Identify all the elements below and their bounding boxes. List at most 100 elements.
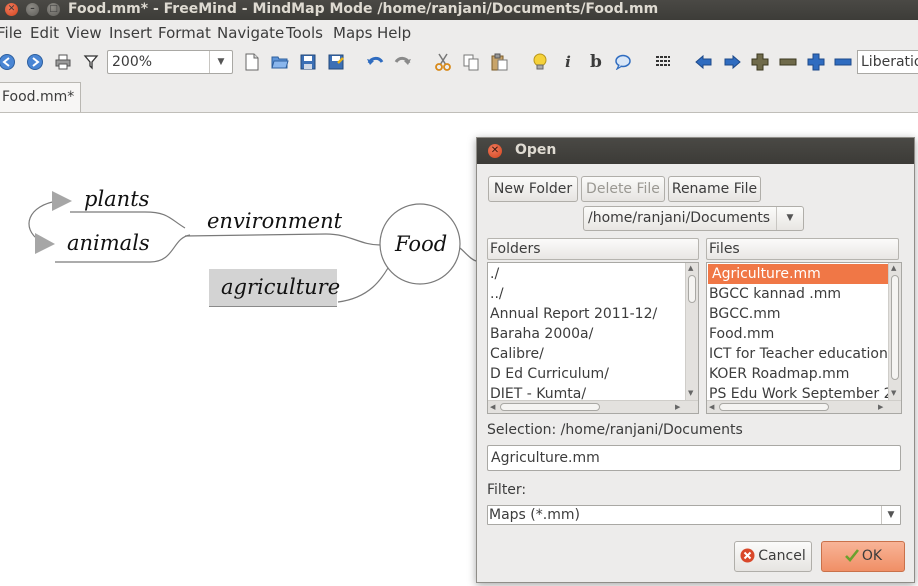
font-select[interactable]: Liberation Sans [857,50,918,74]
save-icon[interactable] [298,52,318,72]
chevron-down-icon[interactable]: ▼ [776,207,803,230]
undo-icon[interactable] [365,52,385,72]
scrollbar-thumb[interactable] [500,403,600,411]
path-select[interactable]: /home/ranjani/Documents ▼ [583,206,804,231]
menu-maps[interactable]: Maps [333,24,372,42]
selection-input[interactable]: Agriculture.mm [487,445,901,471]
bold-icon[interactable]: b [586,52,606,72]
folders-horizontal-scrollbar[interactable]: ◀ ▶ [488,400,698,413]
file-item[interactable]: BGCC kannad .mm [708,284,841,304]
menu-view[interactable]: View [66,24,102,42]
folder-item[interactable]: Baraha 2000a/ [489,324,593,344]
file-item[interactable]: KOER Roadmap.mm [708,364,849,384]
cancel-label: Cancel [758,548,806,564]
back-icon[interactable] [0,52,17,72]
file-item-selected[interactable]: Agriculture.mm [708,264,890,284]
redo-icon[interactable] [393,52,413,72]
node-food-root[interactable]: Food [395,232,447,256]
dialog-title-bar: ✕ Open [477,138,914,164]
rename-file-button[interactable]: Rename File [668,176,761,202]
node-animals[interactable]: animals [67,231,150,255]
files-list[interactable]: Agriculture.mm BGCC kannad .mm BGCC.mm F… [706,262,902,414]
file-item[interactable]: Food.mm [708,324,774,344]
scroll-up-icon[interactable]: ▲ [891,264,896,273]
files-vertical-scrollbar[interactable]: ▲ ▼ [888,263,901,400]
tab-strip [0,78,918,113]
open-folder-icon[interactable] [270,52,290,72]
new-folder-button[interactable]: New Folder [488,176,578,202]
cloud-bubble-icon[interactable] [613,52,633,72]
scrollbar-thumb[interactable] [688,275,696,303]
dialog-title: Open [515,142,557,158]
scroll-down-icon[interactable]: ▼ [891,389,896,398]
tab-food-map[interactable]: Food.mm* [0,82,82,112]
selection-value: Agriculture.mm [491,450,600,466]
filter-icon[interactable] [81,52,101,72]
minimize-window-icon[interactable]: – [26,3,39,16]
maximize-window-icon[interactable]: □ [47,3,60,16]
close-icon[interactable]: ✕ [488,144,502,158]
selection-label: Selection: /home/ranjani/Documents [487,422,743,438]
scrollbar-thumb[interactable] [891,275,899,380]
filter-select[interactable]: Maps (*.mm) ▼ [487,505,901,525]
idea-bulb-icon[interactable] [530,52,550,72]
scroll-left-icon[interactable]: ◀ [490,403,495,412]
files-horizontal-scrollbar[interactable]: ◀ ▶ [707,400,901,413]
menu-format[interactable]: Format [158,24,211,42]
folder-item[interactable]: D Ed Curriculum/ [489,364,609,384]
window-title: Food.mm* - FreeMind - MindMap Mode /home… [68,1,659,17]
scroll-down-icon[interactable]: ▼ [688,389,693,398]
menu-bar: File Edit View Insert Format Navigate To… [0,20,918,46]
copy-icon[interactable] [461,52,481,72]
scrollbar-thumb[interactable] [719,403,829,411]
folders-header[interactable]: Folders [487,238,699,260]
forward-icon[interactable] [25,52,45,72]
scroll-up-icon[interactable]: ▲ [688,264,693,273]
menu-file[interactable]: File [0,24,22,42]
cut-icon[interactable] [433,52,453,72]
scroll-right-icon[interactable]: ▶ [675,403,680,412]
file-item[interactable]: ICT for Teacher education [708,344,888,364]
folder-item[interactable]: Calibre/ [489,344,544,364]
files-header[interactable]: Files [706,238,899,260]
folders-list[interactable]: ./ ../ Annual Report 2011-12/ Baraha 200… [487,262,699,414]
print-icon[interactable] [53,52,73,72]
ok-button[interactable]: OK [821,541,905,572]
remove-node-icon[interactable] [778,52,798,72]
scroll-left-icon[interactable]: ◀ [709,403,714,412]
arrow-left-icon[interactable] [694,52,714,72]
cancel-button[interactable]: Cancel [734,541,812,572]
zoom-select[interactable]: 200% ▼ [107,50,233,74]
node-agriculture[interactable]: agriculture [221,275,340,299]
checkmark-icon [844,549,859,562]
paste-icon[interactable] [489,52,509,72]
menu-insert[interactable]: Insert [109,24,152,42]
chevron-down-icon[interactable]: ▼ [209,51,232,73]
filter-value: Maps (*.mm) [489,507,580,523]
save-as-icon[interactable] [326,52,346,72]
title-bar: ✕ – □ Food.mm* - FreeMind - MindMap Mode… [0,0,918,20]
arrow-right-icon[interactable] [722,52,742,72]
scroll-right-icon[interactable]: ▶ [878,403,883,412]
add-node-icon[interactable] [750,52,770,72]
filter-label: Filter: [487,482,527,498]
chevron-down-icon[interactable]: ▼ [881,506,900,524]
menu-help[interactable]: Help [377,24,411,42]
menu-navigate[interactable]: Navigate [217,24,284,42]
menu-tools[interactable]: Tools [286,24,323,42]
node-environment[interactable]: environment [207,209,342,233]
italic-icon[interactable]: i [558,52,578,72]
close-window-icon[interactable]: ✕ [5,3,18,16]
folder-item[interactable]: ../ [489,284,504,304]
zoom-in-icon[interactable] [806,52,826,72]
file-item[interactable]: BGCC.mm [708,304,780,324]
node-plants[interactable]: plants [84,187,149,211]
menu-edit[interactable]: Edit [30,24,59,42]
zoom-out-icon[interactable] [833,52,853,72]
delete-file-button[interactable]: Delete File [581,176,665,202]
folder-item[interactable]: Annual Report 2011-12/ [489,304,657,324]
folders-vertical-scrollbar[interactable]: ▲ ▼ [685,263,698,400]
new-map-icon[interactable] [242,52,262,72]
grid-icon[interactable] [653,52,673,72]
folder-item[interactable]: ./ [489,264,499,284]
